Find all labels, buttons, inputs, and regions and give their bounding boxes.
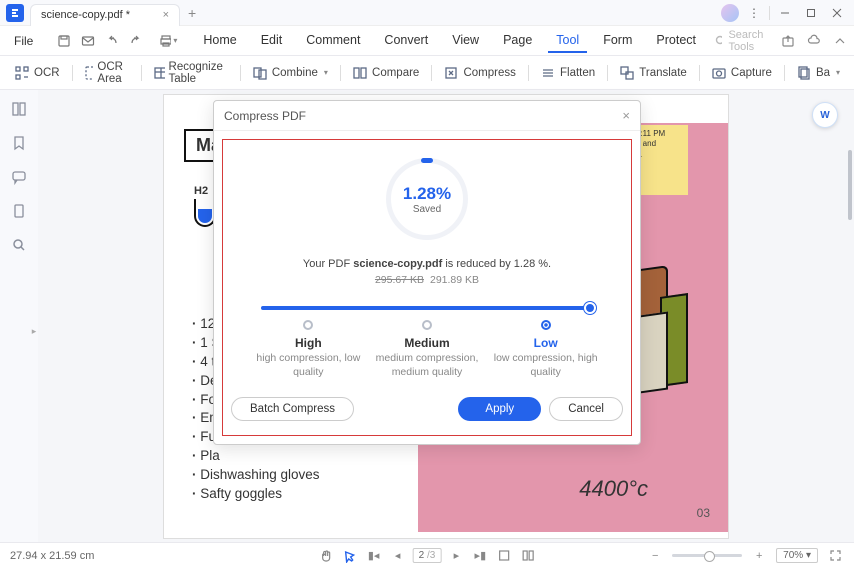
undo-icon[interactable] — [103, 32, 121, 50]
thumbnails-icon[interactable] — [10, 100, 28, 118]
close-window-button[interactable] — [826, 2, 848, 24]
menu-protect[interactable]: Protect — [648, 29, 704, 53]
slider-knob[interactable] — [584, 302, 596, 314]
dialog-header: Compress PDF × — [214, 101, 640, 131]
zoom-out-icon[interactable]: − — [646, 547, 664, 565]
tool-compress[interactable]: Compress — [435, 62, 523, 84]
option-low[interactable]: Low low compression, high quality — [486, 320, 605, 379]
word-export-badge[interactable]: W — [812, 102, 838, 128]
compression-summary: Your PDF science-copy.pdf is reduced by … — [231, 258, 623, 270]
tool-capture[interactable]: Capture — [703, 62, 780, 84]
option-medium[interactable]: Medium medium compression, medium qualit… — [368, 320, 487, 379]
page-number-label: 03 — [697, 506, 710, 520]
tool-batch[interactable]: Ba — [788, 62, 848, 84]
bookmarks-icon[interactable] — [10, 134, 28, 152]
menu-tool[interactable]: Tool — [548, 29, 587, 53]
zoom-value[interactable]: 70% ▾ — [776, 548, 818, 563]
tool-ribbon: OCR OCR Area Recognize Table Combine Com… — [0, 56, 854, 90]
dialog-highlight-frame: 1.28% Saved Your PDF science-copy.pdf is… — [222, 139, 632, 436]
tab-title: science-copy.pdf * — [41, 9, 130, 21]
more-icon[interactable]: ⋮ — [743, 2, 765, 24]
menu-edit[interactable]: Edit — [253, 29, 291, 53]
hand-tool-icon[interactable] — [317, 547, 335, 565]
batch-compress-button[interactable]: Batch Compress — [231, 397, 354, 421]
compression-options: High high compression, low quality Mediu… — [231, 320, 623, 379]
tool-translate[interactable]: Translate — [611, 62, 695, 84]
apply-button[interactable]: Apply — [458, 397, 541, 421]
option-high[interactable]: High high compression, low quality — [249, 320, 368, 379]
fit-page-icon[interactable] — [495, 547, 513, 565]
tool-ocr-area[interactable]: OCR Area — [76, 58, 138, 88]
savings-label: Saved — [413, 204, 441, 215]
menu-form[interactable]: Form — [595, 29, 640, 53]
minimize-button[interactable] — [774, 2, 796, 24]
comments-icon[interactable] — [10, 168, 28, 186]
tool-combine[interactable]: Combine — [244, 62, 336, 84]
status-bar: 27.94 x 21.59 cm ▮◂ ◂ 2 /3 ▸ ▸▮ − + 70% … — [0, 542, 854, 568]
compression-slider[interactable] — [261, 306, 593, 310]
mail-icon[interactable] — [79, 32, 97, 50]
menu-view[interactable]: View — [444, 29, 487, 53]
title-bar: science-copy.pdf * × + ⋮ — [0, 0, 854, 26]
list-item: Pla — [192, 447, 320, 466]
doc-subheading: H2 — [194, 185, 208, 197]
share-icon[interactable] — [779, 32, 797, 50]
savings-percent: 1.28% — [403, 184, 451, 204]
left-sidebar: ▸ — [0, 90, 38, 542]
view-mode-icon[interactable] — [519, 547, 537, 565]
temperature-label: 4400°c — [579, 476, 648, 502]
cloud-icon[interactable] — [805, 32, 823, 50]
app-icon — [6, 4, 24, 22]
maximize-button[interactable] — [800, 2, 822, 24]
fullscreen-icon[interactable] — [826, 547, 844, 565]
size-comparison: 295.67 KB291.89 KB — [231, 274, 623, 286]
compress-dialog: Compress PDF × 1.28% Saved Your PDF scie… — [213, 100, 641, 445]
print-icon[interactable] — [159, 32, 177, 50]
menu-convert[interactable]: Convert — [376, 29, 436, 53]
prev-page-icon[interactable]: ◂ — [389, 547, 407, 565]
document-tab[interactable]: science-copy.pdf * × — [30, 4, 180, 26]
list-item: Dishwashing gloves — [192, 466, 320, 485]
tool-compare[interactable]: Compare — [344, 62, 427, 84]
zoom-in-icon[interactable]: + — [750, 547, 768, 565]
menu-home[interactable]: Home — [195, 29, 244, 53]
tool-recognize-table[interactable]: Recognize Table — [145, 58, 235, 88]
file-menu[interactable]: File — [6, 32, 41, 50]
menu-bar: File Home Edit Comment Convert View Page… — [0, 26, 854, 56]
radio-low[interactable] — [541, 320, 551, 330]
select-tool-icon[interactable] — [341, 547, 359, 565]
collapse-ribbon-icon[interactable] — [831, 32, 849, 50]
cancel-button[interactable]: Cancel — [549, 397, 623, 421]
tool-ocr[interactable]: OCR — [6, 62, 68, 84]
page-dimensions: 27.94 x 21.59 cm — [10, 550, 94, 562]
scrollbar-thumb[interactable] — [848, 150, 852, 220]
search-tools-input[interactable]: Search Tools — [707, 27, 776, 55]
savings-gauge: 1.28% Saved — [386, 158, 468, 240]
user-avatar[interactable] — [721, 4, 739, 22]
dialog-title: Compress PDF — [224, 109, 306, 123]
next-page-icon[interactable]: ▸ — [447, 547, 465, 565]
menu-comment[interactable]: Comment — [298, 29, 368, 53]
dialog-close-icon[interactable]: × — [622, 108, 630, 123]
search-panel-icon[interactable] — [10, 236, 28, 254]
radio-medium[interactable] — [422, 320, 432, 330]
page-indicator[interactable]: 2 /3 — [413, 548, 442, 563]
save-icon[interactable] — [55, 32, 73, 50]
main-menu: Home Edit Comment Convert View Page Tool… — [195, 29, 704, 53]
attachments-icon[interactable] — [10, 202, 28, 220]
zoom-slider[interactable] — [672, 554, 742, 557]
radio-high[interactable] — [303, 320, 313, 330]
tab-close-icon[interactable]: × — [163, 9, 169, 21]
first-page-icon[interactable]: ▮◂ — [365, 547, 383, 565]
redo-icon[interactable] — [127, 32, 145, 50]
tool-flatten[interactable]: Flatten — [532, 62, 603, 84]
menu-page[interactable]: Page — [495, 29, 540, 53]
list-item: Safty goggles — [192, 485, 320, 504]
search-placeholder: Search Tools — [728, 29, 767, 53]
last-page-icon[interactable]: ▸▮ — [471, 547, 489, 565]
new-tab-button[interactable]: + — [188, 5, 196, 21]
